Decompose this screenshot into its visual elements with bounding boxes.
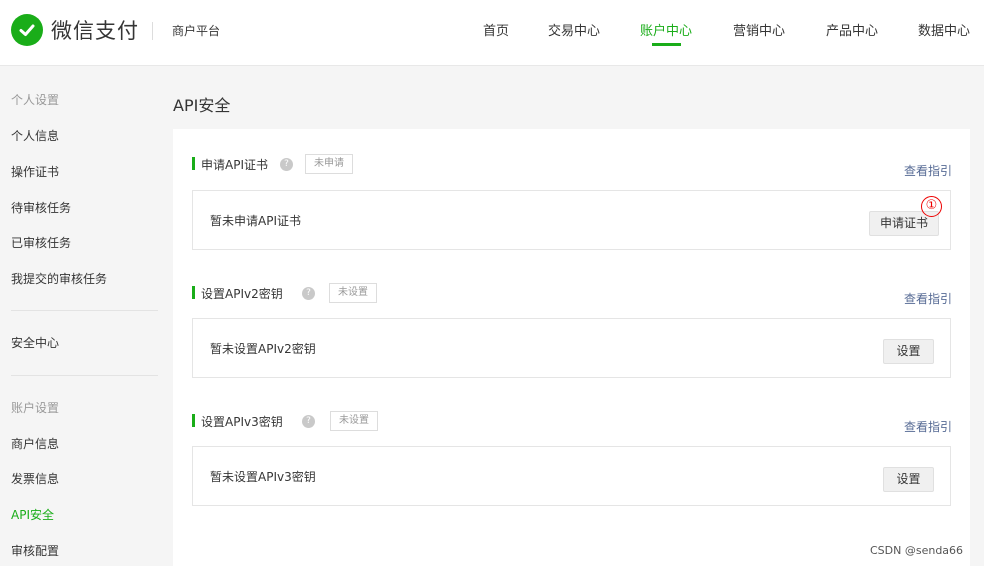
guide-link-apiv2-key[interactable]: 查看指引 [904,290,952,307]
section-accent-bar [192,414,195,427]
wechat-pay-logo-icon [11,14,43,46]
api-cert-message: 暂未申请API证书 [210,214,301,228]
apiv2-key-message: 暂未设置APIv2密钥 [210,342,316,356]
sidebar-item-pending-tasks[interactable]: 待审核任务 [11,199,71,216]
status-badge-api-cert: 未申请 [305,154,353,174]
api-cert-panel: 暂未申请API证书 [192,190,951,250]
platform-name: 商户平台 [172,24,221,38]
section-title-api-cert: 申请API证书 [201,158,268,172]
set-apiv3-key-button[interactable]: 设置 [883,467,934,492]
nav-data-center[interactable]: 数据中心 [918,20,970,39]
help-icon[interactable]: ? [280,158,293,171]
set-apiv2-key-button[interactable]: 设置 [883,339,934,364]
sidebar-item-submitted-tasks[interactable]: 我提交的审核任务 [11,270,107,287]
sidebar-group-personal: 个人设置 [11,93,60,107]
apiv2-key-panel: 暂未设置APIv2密钥 [192,318,951,378]
header-divider [152,22,153,40]
section-accent-bar [192,157,195,170]
section-title-apiv3-key: 设置APIv3密钥 [201,415,283,429]
status-badge-apiv2-key: 未设置 [329,283,377,303]
sidebar-item-security-center[interactable]: 安全中心 [11,334,59,351]
sidebar-group-account: 账户设置 [11,401,60,415]
nav-product-center[interactable]: 产品中心 [826,20,878,39]
section-accent-bar [192,286,195,299]
sidebar-divider [11,310,158,311]
nav-trade-center[interactable]: 交易中心 [548,20,600,39]
annotation-marker: ① [921,196,942,217]
nav-account-center[interactable]: 账户中心 [640,20,692,39]
nav-home[interactable]: 首页 [483,20,509,39]
help-icon[interactable]: ? [302,415,315,428]
sidebar-item-personal-info[interactable]: 个人信息 [11,127,59,144]
sidebar-item-operation-cert[interactable]: 操作证书 [11,163,59,180]
apiv3-key-message: 暂未设置APIv3密钥 [210,470,316,484]
watermark: CSDN @senda66 [870,544,964,557]
sidebar-item-api-security[interactable]: API安全 [11,506,54,523]
sidebar-item-invoice-info[interactable]: 发票信息 [11,470,59,487]
status-badge-apiv3-key: 未设置 [330,411,378,431]
sidebar-item-review-config[interactable]: 审核配置 [11,542,59,559]
nav-marketing-center[interactable]: 营销中心 [733,20,785,39]
apiv3-key-panel: 暂未设置APIv3密钥 [192,446,951,506]
brand-logo[interactable]: 微信支付 [11,14,139,46]
sidebar-item-merchant-info[interactable]: 商户信息 [11,435,59,452]
sidebar-item-reviewed-tasks[interactable]: 已审核任务 [11,234,71,251]
section-title-apiv2-key: 设置APIv2密钥 [201,287,283,301]
nav-active-indicator [652,43,681,46]
page-title: API安全 [173,96,231,115]
sidebar-divider [11,375,158,376]
help-icon[interactable]: ? [302,287,315,300]
guide-link-apiv3-key[interactable]: 查看指引 [904,418,952,435]
guide-link-api-cert[interactable]: 查看指引 [904,162,952,179]
top-header: 微信支付 商户平台 首页 交易中心 账户中心 营销中心 产品中心 数据中心 [0,0,984,66]
brand-name: 微信支付 [51,19,139,43]
